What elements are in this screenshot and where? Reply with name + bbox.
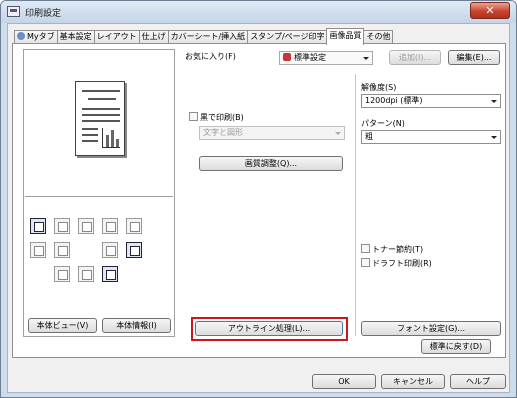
- checkbox-box: [361, 258, 370, 267]
- preview-pane: 本体ビュー(V) 本体情報(I): [23, 49, 175, 337]
- black-print-mode-select[interactable]: 文字と図形: [199, 126, 345, 140]
- vertical-divider: [355, 74, 356, 336]
- paper-tray-icon: [30, 242, 46, 258]
- close-button[interactable]: ✕: [470, 2, 510, 19]
- punch-icon: [78, 218, 94, 234]
- resolution-label: 解像度(S): [361, 83, 397, 92]
- finisher-icon: [54, 242, 70, 258]
- favorites-edit-button[interactable]: 編集(E)...: [448, 50, 500, 65]
- chevron-down-icon: [335, 132, 341, 135]
- device-view-button[interactable]: 本体ビュー(V): [28, 318, 97, 333]
- dialog-client-area: Myタブ 基本設定 レイアウト 仕上げ カバーシート/挿入紙 スタンプ/ページ印…: [7, 23, 510, 393]
- font-settings-button[interactable]: フォント設定(G)...: [361, 321, 501, 336]
- black-print-checkbox[interactable]: 黒で印刷(B): [189, 112, 244, 123]
- duplex-unit-icon: [102, 242, 118, 258]
- image-quality-panel: 本体ビュー(V) 本体情報(I) お気に入り(F) 標準設定 追加(I)... …: [12, 43, 506, 358]
- inserter-icon: [126, 242, 142, 258]
- print-settings-window: 印刷設定 ✕ Myタブ 基本設定 レイアウト 仕上げ カバーシート/挿入紙 スタ…: [0, 0, 517, 398]
- favorite-preset-icon: [283, 53, 291, 61]
- booklet-icon: [126, 218, 142, 234]
- chevron-down-icon: [491, 100, 497, 103]
- memory-icon: [102, 266, 118, 282]
- restore-defaults-button[interactable]: 標準に戻す(D): [421, 339, 491, 354]
- device-options-grid: [30, 218, 170, 298]
- favorites-select[interactable]: 標準設定: [279, 51, 373, 65]
- outline-processing-button[interactable]: アウトライン処理(L)...: [195, 321, 343, 336]
- tab-image-quality[interactable]: 画像品質: [326, 28, 365, 45]
- window-title: 印刷設定: [25, 9, 62, 19]
- hdd-icon: [78, 266, 94, 282]
- tab-strip: Myタブ 基本設定 レイアウト 仕上げ カバーシート/挿入紙 スタンプ/ページ印…: [14, 28, 394, 45]
- toner-save-checkbox[interactable]: トナー節約(T): [361, 244, 423, 255]
- paper-preview-icon: [75, 81, 125, 156]
- large-capacity-icon: [54, 266, 70, 282]
- chevron-down-icon: [363, 57, 369, 60]
- quality-adjust-button[interactable]: 画質調整(Q)...: [199, 156, 343, 171]
- tab-stamp-page-print[interactable]: スタンプ/ページ印字: [247, 30, 328, 44]
- ok-button[interactable]: OK: [312, 374, 376, 389]
- tab-mytab[interactable]: Myタブ: [14, 30, 58, 44]
- chevron-down-icon: [491, 136, 497, 139]
- pattern-select[interactable]: 粗: [361, 130, 501, 144]
- favorites-label: お気に入り(F): [185, 52, 236, 61]
- tab-layout[interactable]: レイアウト: [93, 30, 140, 44]
- staple-icon: [54, 218, 70, 234]
- device-info-button[interactable]: 本体情報(I): [102, 318, 171, 333]
- tab-finishing[interactable]: 仕上げ: [138, 30, 169, 44]
- checkbox-box: [189, 112, 198, 121]
- checkbox-box: [361, 244, 370, 253]
- page-preview: [25, 51, 173, 197]
- mytab-pin-icon: [17, 32, 25, 40]
- cancel-button[interactable]: キャンセル: [381, 374, 445, 389]
- resolution-select[interactable]: 1200dpi (標準): [361, 94, 501, 108]
- draft-print-checkbox[interactable]: ドラフト印刷(R): [361, 258, 432, 269]
- favorites-add-button[interactable]: 追加(I)...: [389, 50, 441, 65]
- tab-other[interactable]: その他: [363, 30, 394, 44]
- pattern-label: パターン(N): [361, 119, 405, 128]
- help-button[interactable]: ヘルプ: [450, 374, 506, 389]
- fold-icon: [102, 218, 118, 234]
- output-tray-icon: [30, 218, 46, 234]
- title-bar: 印刷設定 ✕: [1, 1, 516, 23]
- printer-settings-icon: [7, 6, 20, 17]
- tab-cover-insert[interactable]: カバーシート/挿入紙: [167, 30, 249, 44]
- tab-basic-settings[interactable]: 基本設定: [56, 30, 95, 44]
